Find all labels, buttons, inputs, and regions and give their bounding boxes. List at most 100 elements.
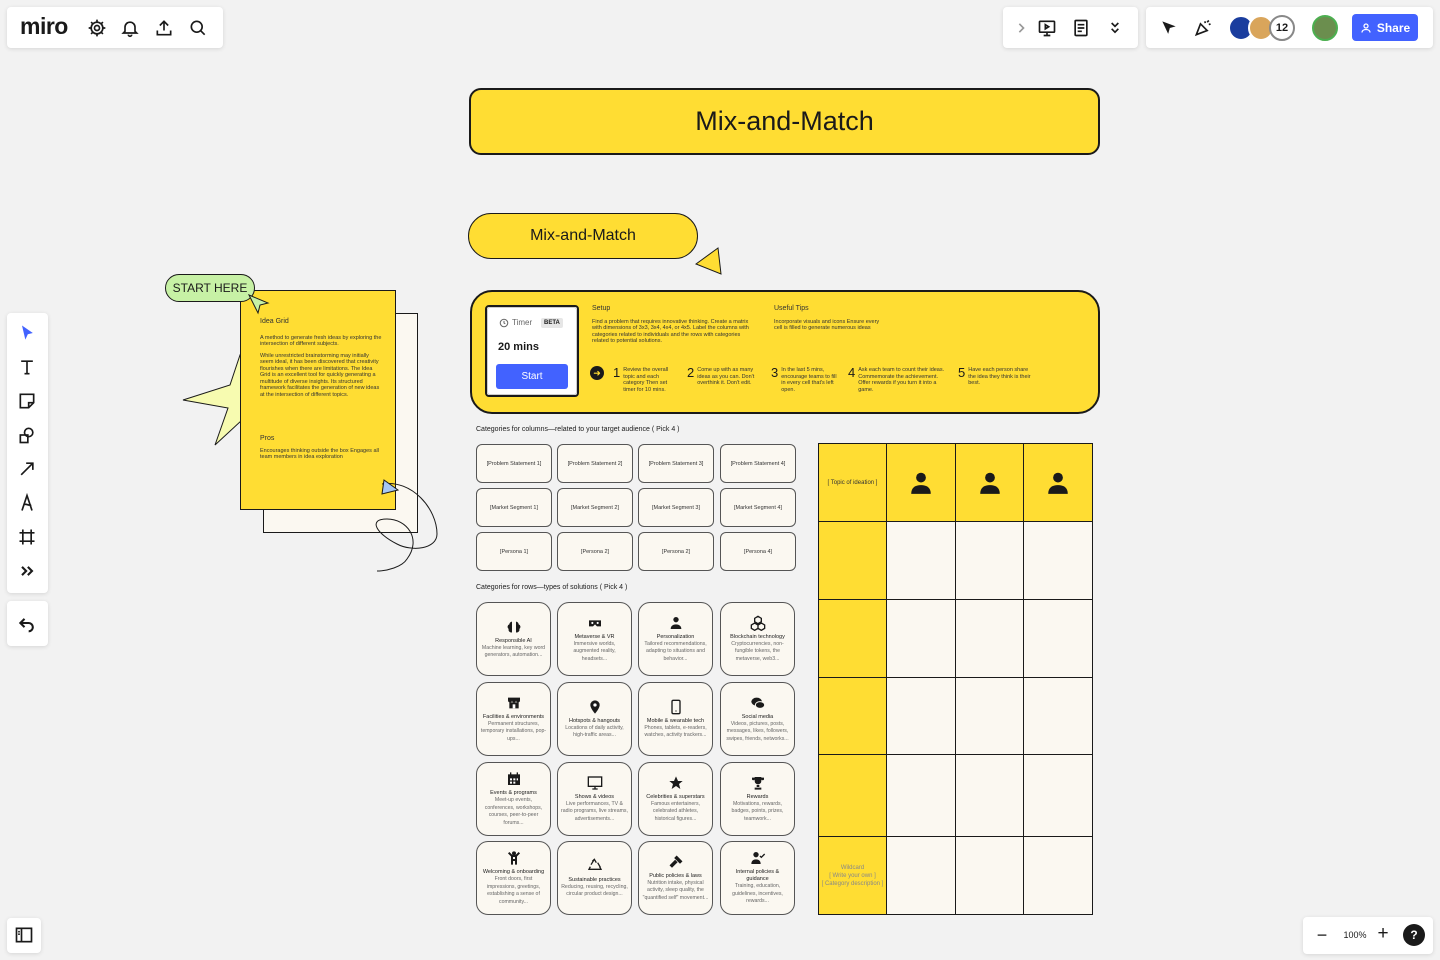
zoom-out-button[interactable]: − — [1313, 925, 1331, 946]
pen-icon[interactable] — [15, 491, 39, 515]
matrix-column-header[interactable] — [1023, 443, 1093, 522]
matrix-column-header[interactable] — [886, 443, 956, 522]
solution-card[interactable]: Responsible AI Machine learning, key word… — [476, 602, 551, 676]
solution-card[interactable]: Personalization Tailored recommendations,… — [638, 602, 713, 676]
solution-card[interactable]: Metaverse & VR Immersive worlds, augmente… — [557, 602, 632, 676]
matrix-column-header[interactable] — [955, 443, 1024, 522]
miro-logo[interactable]: miro — [20, 13, 68, 40]
solution-card[interactable]: Blockchain technology Cryptocurrencies, n… — [720, 602, 795, 676]
matrix-wildcard-cell[interactable]: Wildcard[ Write your own ][ Category des… — [818, 836, 887, 915]
matrix-cell[interactable] — [955, 521, 1024, 600]
star-icon — [668, 776, 683, 789]
solution-description: Meet-up events, conferences, workshops, … — [484, 797, 543, 826]
matrix-row-header[interactable] — [818, 754, 887, 837]
solution-card[interactable]: Internal policies & guidance Training, ed… — [720, 841, 795, 915]
solution-card[interactable]: Rewards Motivations, rewards, badges, poi… — [720, 762, 795, 836]
solution-description: Famous entertainers, celebrated athletes… — [650, 800, 700, 822]
matrix-cell[interactable] — [1023, 599, 1093, 678]
column-category-card[interactable]: [Problem Statement 2] — [557, 444, 633, 483]
matrix-cell[interactable] — [955, 599, 1024, 678]
solution-title: Metaverse & VR — [574, 633, 615, 640]
step-text: Ask each team to count their ideas. Comm… — [858, 367, 945, 393]
matrix-cell[interactable] — [955, 677, 1024, 755]
solution-card[interactable]: Events & programs Meet-up events, confere… — [476, 762, 551, 836]
column-category-card[interactable]: [Market Segment 4] — [720, 488, 796, 527]
matrix-cell[interactable] — [886, 754, 956, 837]
solution-card[interactable]: Facilities & environments Permanent struc… — [476, 682, 551, 756]
gear-icon[interactable] — [85, 16, 109, 40]
solution-card[interactable]: Hotspots & hangouts Locations of daily ac… — [557, 682, 632, 756]
column-category-card[interactable]: [Persona 1] — [476, 532, 552, 571]
column-category-card[interactable]: [Persona 2] — [557, 532, 633, 571]
matrix-row-header[interactable] — [818, 677, 887, 755]
text-tool-icon[interactable] — [15, 355, 39, 379]
connector-icon[interactable] — [15, 457, 39, 481]
matrix-cell[interactable] — [886, 836, 956, 915]
chevron-double-down-icon[interactable] — [1103, 16, 1127, 40]
matrix-cell[interactable] — [1023, 677, 1093, 755]
column-category-card[interactable]: [Persona 2] — [638, 532, 714, 571]
solution-card[interactable]: Sustainable practices Reducing, reusing, … — [557, 841, 632, 915]
upload-icon[interactable] — [152, 16, 176, 40]
zoom-in-button[interactable]: + — [1374, 923, 1392, 945]
celebrate-icon[interactable] — [1191, 16, 1215, 40]
chevron-right-icon[interactable] — [1009, 16, 1033, 40]
solution-description: Nutrition intake, physical activity, sle… — [642, 879, 709, 901]
solution-description: Permanent structures, temporary installa… — [480, 720, 547, 742]
search-icon[interactable] — [186, 16, 210, 40]
matrix-cell[interactable] — [886, 599, 956, 678]
frames-panel-toggle[interactable] — [7, 918, 41, 953]
bell-icon[interactable] — [118, 16, 142, 40]
zoom-level[interactable]: 100% — [1340, 930, 1370, 940]
left-toolbar — [7, 313, 48, 593]
start-here-label[interactable]: START HERE — [165, 274, 255, 302]
notes-icon[interactable] — [1069, 16, 1093, 40]
column-category-card[interactable]: [Problem Statement 3] — [638, 444, 714, 483]
help-button[interactable]: ? — [1403, 924, 1425, 946]
person-icon — [1048, 472, 1068, 494]
matrix-cell[interactable] — [886, 521, 956, 600]
column-category-card[interactable]: [Market Segment 1] — [476, 488, 552, 527]
column-category-card[interactable]: [Market Segment 2] — [557, 488, 633, 527]
wildcard-line: [ Write your own ] — [829, 872, 876, 879]
solution-card[interactable]: Social media Videos, pictures, posts, mes… — [720, 682, 795, 756]
column-category-card[interactable]: [Market Segment 3] — [638, 488, 714, 527]
matrix-cell[interactable] — [1023, 754, 1093, 837]
solution-description: Front doors, first impressions, greeting… — [486, 876, 541, 905]
person-icon — [911, 472, 931, 494]
matrix-row-header[interactable] — [818, 521, 887, 600]
solution-card[interactable]: Public policies & laws Nutrition intake, … — [638, 841, 713, 915]
matrix-cell[interactable] — [955, 836, 1024, 915]
matrix-cell[interactable] — [1023, 521, 1093, 600]
share-button[interactable]: Share — [1352, 14, 1418, 41]
board-title[interactable]: Mix-and-Match — [469, 88, 1100, 155]
more-tools-icon[interactable] — [15, 559, 39, 583]
column-category-card[interactable]: [Persona 4] — [720, 532, 796, 571]
person-icon — [979, 472, 1000, 494]
matrix-cell[interactable] — [1023, 836, 1093, 915]
board-subtitle[interactable]: Mix-and-Match — [468, 213, 698, 259]
frame-icon[interactable] — [15, 525, 39, 549]
solution-card[interactable]: Celebrities & superstars Famous entertain… — [638, 762, 713, 836]
presentation-icon[interactable] — [1035, 16, 1059, 40]
solution-card[interactable]: Welcoming & onboarding Front doors, first… — [476, 841, 551, 915]
matrix-row-header[interactable] — [818, 599, 887, 678]
column-category-card[interactable]: [Problem Statement 4] — [720, 444, 796, 483]
person-icon — [670, 616, 681, 629]
solution-title: Internal policies & guidance — [735, 869, 780, 883]
matrix-topic-cell[interactable]: [ Topic of ideation ] — [818, 443, 887, 522]
cursor-arrow-icon[interactable] — [1157, 16, 1181, 40]
solution-card[interactable]: Mobile & wearable tech Phones, tablets, e… — [638, 682, 713, 756]
current-user-avatar[interactable] — [1312, 15, 1338, 41]
shapes-icon[interactable] — [15, 423, 39, 447]
column-category-card[interactable]: [Problem Statement 1] — [476, 444, 552, 483]
solution-card[interactable]: Shows & videos Live performances, TV & ra… — [557, 762, 632, 836]
matrix-cell[interactable] — [955, 754, 1024, 837]
collaborator-count-badge[interactable]: 12 — [1269, 15, 1295, 41]
select-tool-icon[interactable] — [15, 321, 39, 345]
matrix-cell[interactable] — [886, 677, 956, 755]
timer-start-button[interactable]: Start — [496, 364, 568, 389]
undo-icon[interactable] — [15, 611, 39, 635]
sticky-note-icon[interactable] — [15, 389, 39, 413]
solution-description: Videos, pictures, posts, messages, likes… — [726, 720, 789, 742]
